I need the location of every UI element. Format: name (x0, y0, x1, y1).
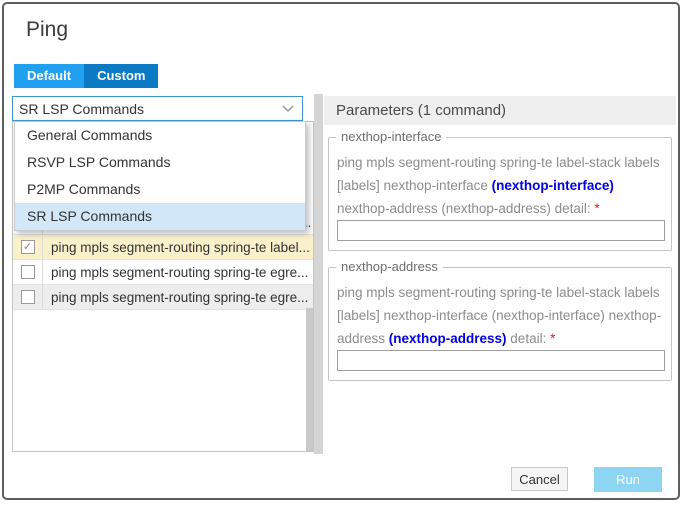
checkbox[interactable] (21, 265, 35, 279)
list-scrollbar[interactable] (306, 308, 313, 451)
desc-text: detail: (507, 331, 551, 346)
command-row[interactable]: ping mpls segment-routing spring-te egre… (13, 260, 313, 285)
checkbox-cell (13, 260, 43, 284)
param-group-nexthop-address: nexthop-address ping mpls segment-routin… (328, 267, 672, 381)
command-row-label: ping mpls segment-routing spring-te labe… (43, 240, 310, 255)
checkbox[interactable] (21, 290, 35, 304)
dropdown-option-sr-lsp[interactable]: SR LSP Commands (15, 203, 305, 230)
desc-text: nexthop-address (nexthop-address) detail… (337, 201, 594, 216)
command-type-select-value: SR LSP Commands (19, 101, 282, 117)
cancel-button[interactable]: Cancel (511, 467, 568, 491)
command-type-select[interactable]: SR LSP Commands (12, 96, 303, 121)
command-row[interactable]: ping mpls segment-routing spring-te egre… (13, 285, 313, 310)
ping-dialog: Ping Default Custom SR LSP Commands ping… (2, 2, 680, 500)
nexthop-address-input[interactable] (337, 350, 665, 371)
ping-dialog-screen: Ping Default Custom SR LSP Commands ping… (0, 0, 685, 505)
param-description: ping mpls segment-routing spring-te labe… (337, 151, 663, 220)
tab-default[interactable]: Default (14, 64, 84, 88)
panel-divider (314, 94, 323, 454)
param-group-legend: nexthop-address (336, 259, 443, 274)
dropdown-option-rsvp[interactable]: RSVP LSP Commands (15, 149, 305, 176)
command-row[interactable]: ping mpls segment-routing spring-te labe… (13, 235, 313, 260)
checkbox-cell (13, 285, 43, 309)
param-description: ping mpls segment-routing spring-te labe… (337, 281, 663, 350)
command-row-label: ping mpls segment-routing spring-te egre… (43, 265, 308, 280)
required-asterisk: * (550, 331, 555, 346)
desc-param-name: (nexthop-address) (389, 331, 507, 346)
nexthop-interface-input[interactable] (337, 220, 665, 241)
dropdown-option-p2mp[interactable]: P2MP Commands (15, 176, 305, 203)
mode-tabs: Default Custom (14, 64, 158, 88)
page-title: Ping (26, 18, 68, 42)
run-button[interactable]: Run (594, 467, 662, 492)
dropdown-option-general[interactable]: General Commands (15, 122, 305, 149)
param-group-nexthop-interface: nexthop-interface ping mpls segment-rout… (328, 137, 672, 251)
desc-param-name: (nexthop-interface) (492, 178, 614, 193)
command-row-label: ping mpls segment-routing spring-te egre… (43, 290, 308, 305)
required-asterisk: * (594, 201, 599, 216)
checkbox-cell (13, 235, 43, 259)
parameters-header: Parameters (1 command) (324, 96, 676, 125)
checkbox-checked[interactable] (21, 240, 35, 254)
param-group-legend: nexthop-interface (336, 129, 446, 144)
command-type-dropdown: General Commands RSVP LSP Commands P2MP … (14, 121, 306, 231)
chevron-down-icon (282, 105, 294, 113)
tab-custom[interactable]: Custom (84, 64, 158, 88)
